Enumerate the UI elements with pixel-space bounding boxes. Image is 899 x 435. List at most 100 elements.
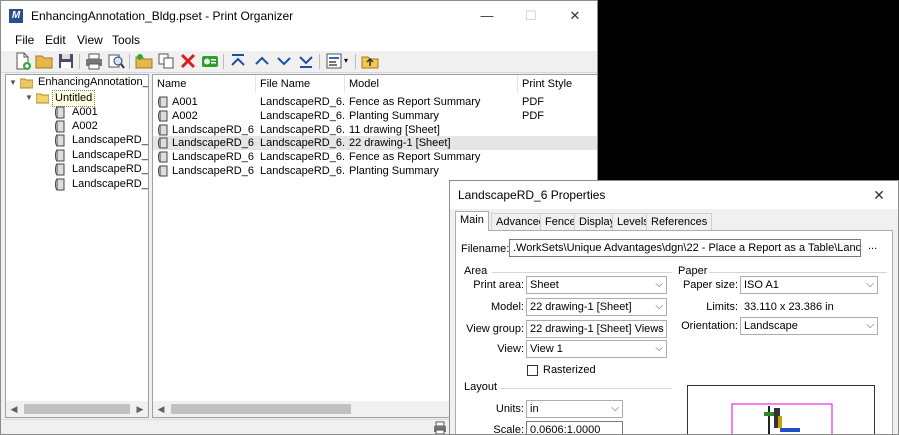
tree-folder-untitled[interactable]: ▼ Untitled	[24, 90, 144, 107]
chevron-down-icon: ⌵	[611, 403, 619, 414]
paper-size-select[interactable]: ISO A1 ⌵	[740, 276, 878, 294]
chevron-down-icon[interactable]: ▼	[24, 90, 34, 105]
orientation-select[interactable]: Landscape ⌵	[740, 317, 878, 335]
browse-button[interactable]: ...	[868, 240, 877, 252]
dialog-title-bar: LandscapeRD_6 Properties ✕	[450, 181, 898, 209]
close-button[interactable]: ✕	[553, 1, 597, 31]
delete-icon[interactable]	[179, 52, 197, 70]
menu-view[interactable]: View	[77, 33, 103, 47]
table-row[interactable]: LandscapeRD_6 LandscapeRD_6.... Fence as…	[153, 150, 597, 164]
model-value: 22 drawing-1 [Sheet]	[530, 301, 632, 313]
minimize-button[interactable]: —	[465, 1, 509, 31]
sheet-icon	[157, 124, 169, 136]
view-group-select[interactable]: 22 drawing-1 [Sheet] Views ⌵	[526, 320, 667, 338]
preview-sheet-icon	[731, 403, 833, 434]
toolbar-separator	[223, 54, 224, 69]
scroll-thumb[interactable]	[171, 404, 351, 414]
limits-value: 33.110 x 23.386 in	[744, 301, 834, 313]
tree-item[interactable]: LandscapeRD_6	[54, 133, 148, 148]
tree-horizontal-scrollbar[interactable]: ◀ ▶	[6, 401, 148, 417]
layout-group-divider	[500, 388, 672, 389]
cell-file-name: LandscapeRD_6....	[260, 165, 344, 177]
menu-tools[interactable]: Tools	[112, 33, 140, 47]
menu-edit[interactable]: Edit	[45, 33, 66, 47]
tab-references[interactable]: References	[646, 213, 713, 230]
menu-file[interactable]: File	[15, 33, 34, 47]
units-value: in	[530, 403, 539, 415]
move-to-top-icon[interactable]	[229, 52, 247, 70]
cell-file-name: LandscapeRD_6....	[260, 137, 344, 149]
column-header-name[interactable]: Name	[153, 75, 256, 93]
chevron-down-icon[interactable]: ▾	[344, 52, 352, 70]
sheet-icon	[157, 96, 169, 108]
tree-item[interactable]: A001	[54, 105, 144, 120]
column-header-file-name[interactable]: File Name	[256, 75, 345, 93]
cell-model: Fence as Report Summary	[349, 96, 481, 108]
move-up-icon[interactable]	[253, 52, 271, 70]
model-select[interactable]: 22 drawing-1 [Sheet] ⌵	[526, 298, 667, 316]
add-folder-icon[interactable]	[135, 52, 153, 70]
sheet-icon	[54, 120, 67, 133]
tree-item[interactable]: LandscapeRD_6	[54, 148, 148, 163]
maximize-button[interactable]: ☐	[509, 1, 553, 31]
rasterized-label: Rasterized	[543, 364, 596, 376]
cell-name: A001	[172, 96, 198, 108]
scroll-thumb[interactable]	[24, 404, 130, 414]
model-label: Model:	[490, 301, 524, 313]
scroll-left-icon[interactable]: ◀	[6, 401, 22, 417]
filename-field[interactable]: .WorkSets\Unique Advantages\dgn\22 - Pla…	[509, 239, 861, 257]
display-options-icon[interactable]	[325, 52, 343, 70]
move-to-bottom-icon[interactable]	[297, 52, 315, 70]
scroll-right-icon[interactable]: ▶	[132, 401, 148, 417]
print-area-value: Sheet	[530, 279, 559, 291]
scale-label: Scale:	[493, 424, 524, 435]
scale-input[interactable]: 0.0606:1.0000	[526, 421, 623, 434]
orientation-value: Landscape	[744, 320, 798, 332]
table-row[interactable]: LandscapeRD_6 LandscapeRD_6.... Planting…	[153, 164, 597, 178]
table-row[interactable]: A001 LandscapeRD_6.... Fence as Report S…	[153, 95, 597, 109]
copy-icon[interactable]	[157, 52, 175, 70]
new-file-icon[interactable]	[13, 52, 31, 70]
list-horizontal-scrollbar[interactable]: ◀	[153, 401, 453, 417]
dialog-title: LandscapeRD_6 Properties	[458, 188, 606, 202]
tree-item[interactable]: LandscapeRD_6	[54, 162, 148, 177]
cell-model: Planting Summary	[349, 165, 439, 177]
table-row[interactable]: LandscapeRD_6 LandscapeRD_6.... 11 drawi…	[153, 123, 597, 137]
print-preview-icon[interactable]	[107, 52, 125, 70]
export-folder-icon[interactable]	[361, 52, 379, 70]
column-header-print-style[interactable]: Print Style	[518, 75, 597, 93]
menu-bar: File Edit View Tools	[1, 31, 597, 51]
scroll-left-icon[interactable]: ◀	[153, 401, 169, 417]
filename-label: Filename:	[461, 243, 510, 255]
cell-file-name: LandscapeRD_6....	[260, 96, 344, 108]
tree-root[interactable]: ▼ EnhancingAnnotation_Bldg	[8, 75, 148, 90]
chevron-down-icon[interactable]: ▼	[8, 75, 18, 90]
chevron-down-icon: ⌵	[655, 343, 663, 354]
column-header-model[interactable]: Model	[345, 75, 518, 93]
view-select[interactable]: View 1 ⌵	[526, 340, 667, 358]
table-row[interactable]: A002 LandscapeRD_6.... Planting Summary …	[153, 109, 597, 123]
sheet-icon	[157, 151, 169, 163]
units-select[interactable]: in ⌵	[526, 400, 623, 418]
folder-icon	[35, 91, 50, 104]
properties-icon[interactable]	[201, 52, 219, 70]
save-icon[interactable]	[57, 52, 75, 70]
tree-root-label: EnhancingAnnotation_Bldg	[38, 76, 149, 88]
open-folder-icon[interactable]	[35, 52, 53, 70]
tab-main[interactable]: Main	[455, 211, 489, 231]
print-area-select[interactable]: Sheet ⌵	[526, 276, 667, 294]
dialog-close-button[interactable]: ✕	[864, 181, 894, 209]
tree-item-label: LandscapeRD_6	[72, 134, 149, 146]
rasterized-checkbox[interactable]	[527, 365, 538, 376]
move-down-icon[interactable]	[275, 52, 293, 70]
tree-item[interactable]: A002	[54, 119, 144, 134]
print-icon[interactable]	[85, 52, 103, 70]
tree-item[interactable]: LandscapeRD_6	[54, 177, 148, 192]
cell-file-name: LandscapeRD_6....	[260, 110, 344, 122]
cell-name: LandscapeRD_6	[172, 137, 254, 149]
table-row-selected[interactable]: LandscapeRD_6 LandscapeRD_6.... 22 drawi…	[153, 136, 597, 150]
desktop: M EnhancingAnnotation_Bldg.pset - Print …	[0, 0, 899, 435]
cell-file-name: LandscapeRD_6....	[260, 151, 344, 163]
cell-name: LandscapeRD_6	[172, 165, 254, 177]
sheet-icon	[54, 163, 67, 176]
